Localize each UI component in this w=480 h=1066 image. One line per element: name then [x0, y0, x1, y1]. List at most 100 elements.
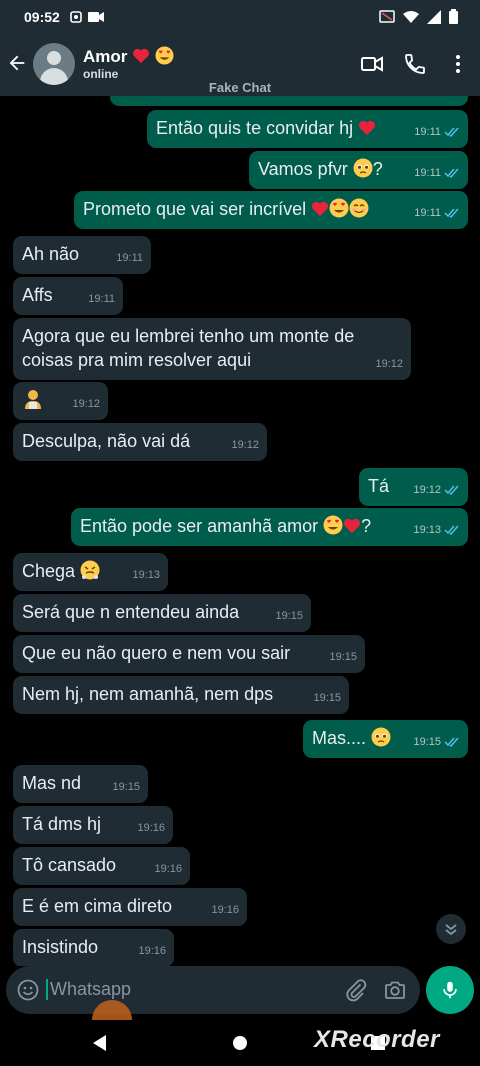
- message-bubble-incoming[interactable]: Affs 19:11: [13, 277, 123, 315]
- message-bubble-outgoing[interactable]: Mas.... 19:15: [303, 720, 468, 758]
- message-bubble-incoming[interactable]: Tá dms hj 19:16: [13, 806, 173, 844]
- message-text-suffix: ?: [361, 516, 372, 536]
- contact-name-row[interactable]: Amor: [83, 46, 174, 67]
- message-text: Vamos pfvr: [258, 159, 348, 179]
- read-ticks-icon: [444, 485, 459, 495]
- message-time: 19:12: [231, 439, 259, 451]
- status-time: 09:52: [24, 9, 60, 25]
- message-meta: 19:15: [413, 730, 460, 754]
- emoji-picker-icon[interactable]: [16, 978, 40, 1002]
- message-bubble-incoming[interactable]: Desculpa, não vai dá 19:12: [13, 423, 267, 461]
- message-time: 19:11: [116, 252, 143, 264]
- message-time: 19:12: [413, 484, 441, 496]
- attach-icon[interactable]: [344, 978, 368, 1002]
- more-options-icon[interactable]: [446, 52, 470, 76]
- message-meta: 19:15: [275, 604, 303, 628]
- message-bubble-incoming[interactable]: Agora que eu lembrei tenho um monte de c…: [13, 318, 411, 380]
- read-ticks-icon: [444, 168, 459, 178]
- smiling-face-emoji-icon: [349, 198, 369, 218]
- message-text: Insistindo: [22, 937, 99, 957]
- message-bubble-incoming[interactable]: Que eu não quero e nem vou sair 19:15: [13, 635, 365, 673]
- message-bubble-incoming[interactable]: Insistindo 19:16: [13, 929, 174, 966]
- status-bar: 09:52: [0, 0, 480, 34]
- message-bubble-outgoing[interactable]: Prometo que vai ser incrível 19:11: [74, 191, 468, 229]
- message-meta: 19:13: [413, 518, 460, 542]
- message-time: 19:16: [211, 904, 239, 916]
- message-bubble-partial[interactable]: 19:11: [110, 96, 468, 106]
- nav-back-icon[interactable]: [92, 1034, 108, 1052]
- message-text: Será que n entendeu ainda: [22, 602, 240, 622]
- message-meta: 19:15: [313, 686, 341, 710]
- fake-chat-watermark: Fake Chat: [208, 80, 272, 95]
- message-meta: 19:12: [72, 392, 100, 416]
- heart-emoji-icon: [312, 201, 329, 217]
- message-text: Prometo que vai ser incrível: [83, 199, 307, 219]
- message-text: E é em cima direto: [22, 896, 173, 916]
- recorder-watermark: XRecorder: [314, 1026, 440, 1053]
- message-bubble-incoming[interactable]: Chega 19:13: [13, 553, 168, 591]
- video-recording-icon: [88, 12, 104, 22]
- double-chevron-down-icon: [445, 924, 457, 936]
- scroll-to-bottom-button[interactable]: [436, 914, 466, 944]
- message-meta: 19:11: [414, 96, 460, 102]
- message-text: Ah não: [22, 244, 80, 264]
- message-bubble-incoming[interactable]: Será que n entendeu ainda 19:15: [13, 594, 311, 632]
- message-text: Mas nd: [22, 773, 82, 793]
- message-time: 19:11: [414, 167, 441, 179]
- message-meta: 19:13: [132, 563, 160, 587]
- back-arrow-icon[interactable]: [6, 52, 28, 74]
- message-time: 19:12: [375, 358, 403, 370]
- message-meta: 19:12: [413, 478, 460, 502]
- message-input[interactable]: Whatsapp: [46, 979, 131, 1000]
- message-time: 19:11: [414, 207, 441, 219]
- message-bubble-incoming[interactable]: Ah não 19:11: [13, 236, 151, 274]
- message-meta: 19:12: [231, 433, 259, 457]
- message-meta: 19:11: [414, 120, 460, 144]
- camera-icon[interactable]: [383, 978, 407, 1002]
- avatar[interactable]: [33, 43, 75, 85]
- message-meta: 19:15: [112, 775, 140, 799]
- message-text-suffix: ?: [372, 159, 383, 179]
- message-time: 19:13: [413, 524, 441, 536]
- read-ticks-icon: [444, 127, 459, 137]
- message-text: Tô cansado: [22, 855, 117, 875]
- message-time: 19:11: [414, 126, 441, 138]
- message-bubble-outgoing[interactable]: Tá 19:12: [359, 468, 468, 506]
- nav-home-button[interactable]: [233, 1036, 247, 1050]
- message-text: Que eu não quero e nem vou sair: [22, 643, 291, 663]
- wifi-icon: [403, 10, 419, 23]
- message-text: Affs: [22, 285, 53, 305]
- message-bubble-incoming[interactable]: 19:12: [13, 382, 108, 420]
- heart-eyes-emoji-icon: [323, 515, 343, 535]
- contact-name: Amor: [83, 47, 128, 66]
- message-input-bar[interactable]: Whatsapp: [6, 966, 420, 1014]
- video-call-icon[interactable]: [360, 52, 384, 76]
- message-time: 19:15: [329, 651, 357, 663]
- microphone-icon: [443, 981, 457, 999]
- message-bubble-outgoing[interactable]: Então pode ser amanhã amor ? 19:13: [71, 508, 468, 546]
- read-ticks-icon: [444, 525, 459, 535]
- message-bubble-outgoing[interactable]: Então quis te convidar hj 19:11: [147, 110, 468, 148]
- message-bubble-incoming[interactable]: E é em cima direto 19:16: [13, 888, 247, 926]
- message-meta: 19:15: [329, 645, 357, 669]
- message-time: 19:12: [72, 398, 100, 410]
- message-bubble-incoming[interactable]: Mas nd 19:15: [13, 765, 148, 803]
- message-text: Nem hj, nem amanhã, nem dps: [22, 684, 274, 704]
- person-emoji-icon: [25, 390, 41, 409]
- message-bubble-incoming[interactable]: Nem hj, nem amanhã, nem dps 19:15: [13, 676, 349, 714]
- message-meta: 19:16: [211, 898, 239, 922]
- message-text: Então pode ser amanhã amor: [80, 516, 319, 536]
- status-right-icons: [379, 9, 458, 24]
- heart-eyes-emoji-icon: [155, 46, 174, 65]
- message-time: 19:15: [413, 736, 441, 748]
- voice-message-button[interactable]: [426, 966, 474, 1014]
- voice-call-icon[interactable]: [403, 52, 427, 76]
- chat-area[interactable]: 19:11 Então quis te convidar hj 19:11 Va…: [0, 96, 480, 966]
- message-text: Agora que eu lembrei tenho um monte de c…: [22, 326, 355, 370]
- message-meta: 19:16: [154, 857, 182, 881]
- heart-emoji-icon: [344, 518, 361, 534]
- signal-icon: [427, 9, 441, 24]
- message-time: 19:16: [137, 822, 165, 834]
- message-bubble-incoming[interactable]: Tô cansado 19:16: [13, 847, 190, 885]
- message-bubble-outgoing[interactable]: Vamos pfvr ? 19:11: [249, 151, 468, 189]
